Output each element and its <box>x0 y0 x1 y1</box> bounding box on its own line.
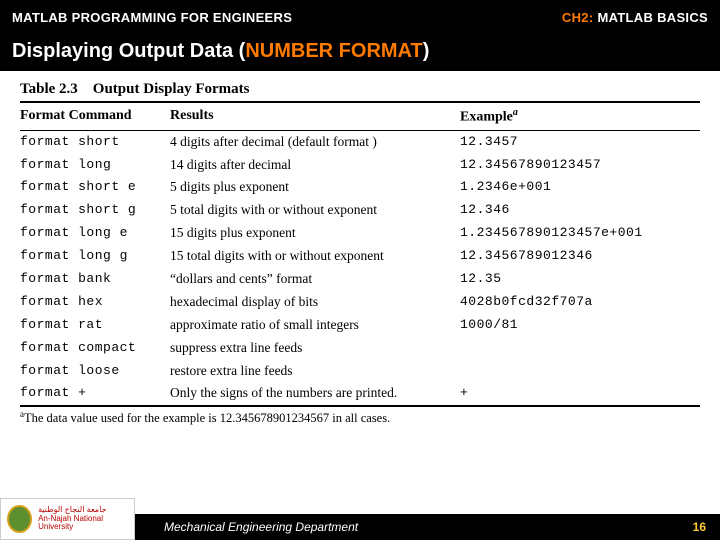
formats-table: Format Command Results Examplea format s… <box>20 103 700 405</box>
cell-example: 12.3457 <box>460 131 700 154</box>
title-prefix: Displaying Output Data ( <box>12 40 245 62</box>
emblem-icon <box>7 505 32 533</box>
cell-command: format bank <box>20 268 170 291</box>
cell-command: format + <box>20 382 170 405</box>
cell-results: hexadecimal display of bits <box>170 291 460 314</box>
cell-example: 12.35 <box>460 268 700 291</box>
table-row: format short4 digits after decimal (defa… <box>20 131 700 154</box>
title-emph: NUMBER FORMAT <box>245 40 422 62</box>
cell-results: 14 digits after decimal <box>170 154 460 177</box>
cell-example: 12.34567890123457 <box>460 154 700 177</box>
department-name: Mechanical Engineering Department <box>164 520 358 534</box>
cell-command: format loose <box>20 360 170 383</box>
cell-example: 12.3456789012346 <box>460 245 700 268</box>
table-container: Table 2.3 Output Display Formats Format … <box>0 71 720 427</box>
cell-example: + <box>460 382 700 405</box>
col-results: Results <box>170 103 460 130</box>
table-row: format bank“dollars and cents” format12.… <box>20 268 700 291</box>
cell-results: Only the signs of the numbers are printe… <box>170 382 460 405</box>
footnote-text: The data value used for the example is 1… <box>24 412 390 426</box>
cell-example: 12.346 <box>460 199 700 222</box>
cell-command: format short g <box>20 199 170 222</box>
cell-results: suppress extra line feeds <box>170 337 460 360</box>
table-header-row: Format Command Results Examplea <box>20 103 700 130</box>
university-name: جامعة النجاح الوطنية An-Najah National U… <box>38 506 128 532</box>
chapter-name: MATLAB BASICS <box>597 10 708 25</box>
footer-bar: جامعة النجاح الوطنية An-Najah National U… <box>0 514 720 540</box>
col-example: Examplea <box>460 103 700 130</box>
table-row: format +Only the signs of the numbers ar… <box>20 382 700 405</box>
cell-command: format hex <box>20 291 170 314</box>
col-command: Format Command <box>20 103 170 130</box>
table-caption: Table 2.3 Output Display Formats <box>20 81 700 101</box>
cell-command: format rat <box>20 314 170 337</box>
cell-example <box>460 360 700 383</box>
cell-example <box>460 337 700 360</box>
university-name-en: An-Najah National University <box>38 515 128 533</box>
page-number: 16 <box>693 520 706 534</box>
cell-results: 5 digits plus exponent <box>170 176 460 199</box>
table-row: format hexhexadecimal display of bits402… <box>20 291 700 314</box>
cell-results: 15 digits plus exponent <box>170 222 460 245</box>
university-logo: جامعة النجاح الوطنية An-Najah National U… <box>0 498 135 540</box>
table-row: format looserestore extra line feeds <box>20 360 700 383</box>
cell-example: 1.2346e+001 <box>460 176 700 199</box>
table-row: format long14 digits after decimal12.345… <box>20 154 700 177</box>
cell-example: 1.234567890123457e+001 <box>460 222 700 245</box>
cell-example: 4028b0fcd32f707a <box>460 291 700 314</box>
course-title: MATLAB PROGRAMMING FOR ENGINEERS <box>12 10 292 25</box>
cell-results: 5 total digits with or without exponent <box>170 199 460 222</box>
table-row: format long g15 total digits with or wit… <box>20 245 700 268</box>
cell-command: format compact <box>20 337 170 360</box>
table-row: format short g5 total digits with or wit… <box>20 199 700 222</box>
col-example-sup: a <box>513 107 518 118</box>
table-footnote: aThe data value used for the example is … <box>20 407 700 426</box>
cell-results: restore extra line feeds <box>170 360 460 383</box>
cell-example: 1000/81 <box>460 314 700 337</box>
cell-command: format short <box>20 131 170 154</box>
cell-results: approximate ratio of small integers <box>170 314 460 337</box>
title-suffix: ) <box>423 40 430 62</box>
cell-results: 4 digits after decimal (default format ) <box>170 131 460 154</box>
table-row: format compactsuppress extra line feeds <box>20 337 700 360</box>
cell-results: 15 total digits with or without exponent <box>170 245 460 268</box>
cell-command: format long <box>20 154 170 177</box>
cell-command: format short e <box>20 176 170 199</box>
slide-title: Displaying Output Data (NUMBER FORMAT) <box>0 34 720 71</box>
col-example-text: Example <box>460 110 513 125</box>
cell-command: format long e <box>20 222 170 245</box>
table-row: format long e15 digits plus exponent1.23… <box>20 222 700 245</box>
cell-results: “dollars and cents” format <box>170 268 460 291</box>
cell-command: format long g <box>20 245 170 268</box>
table-row: format ratapproximate ratio of small int… <box>20 314 700 337</box>
chapter-tag: CH2: <box>562 10 594 25</box>
chapter-label: CH2:MATLAB BASICS <box>562 10 708 25</box>
header-bar: MATLAB PROGRAMMING FOR ENGINEERS CH2:MAT… <box>0 0 720 34</box>
table-row: format short e5 digits plus exponent1.23… <box>20 176 700 199</box>
